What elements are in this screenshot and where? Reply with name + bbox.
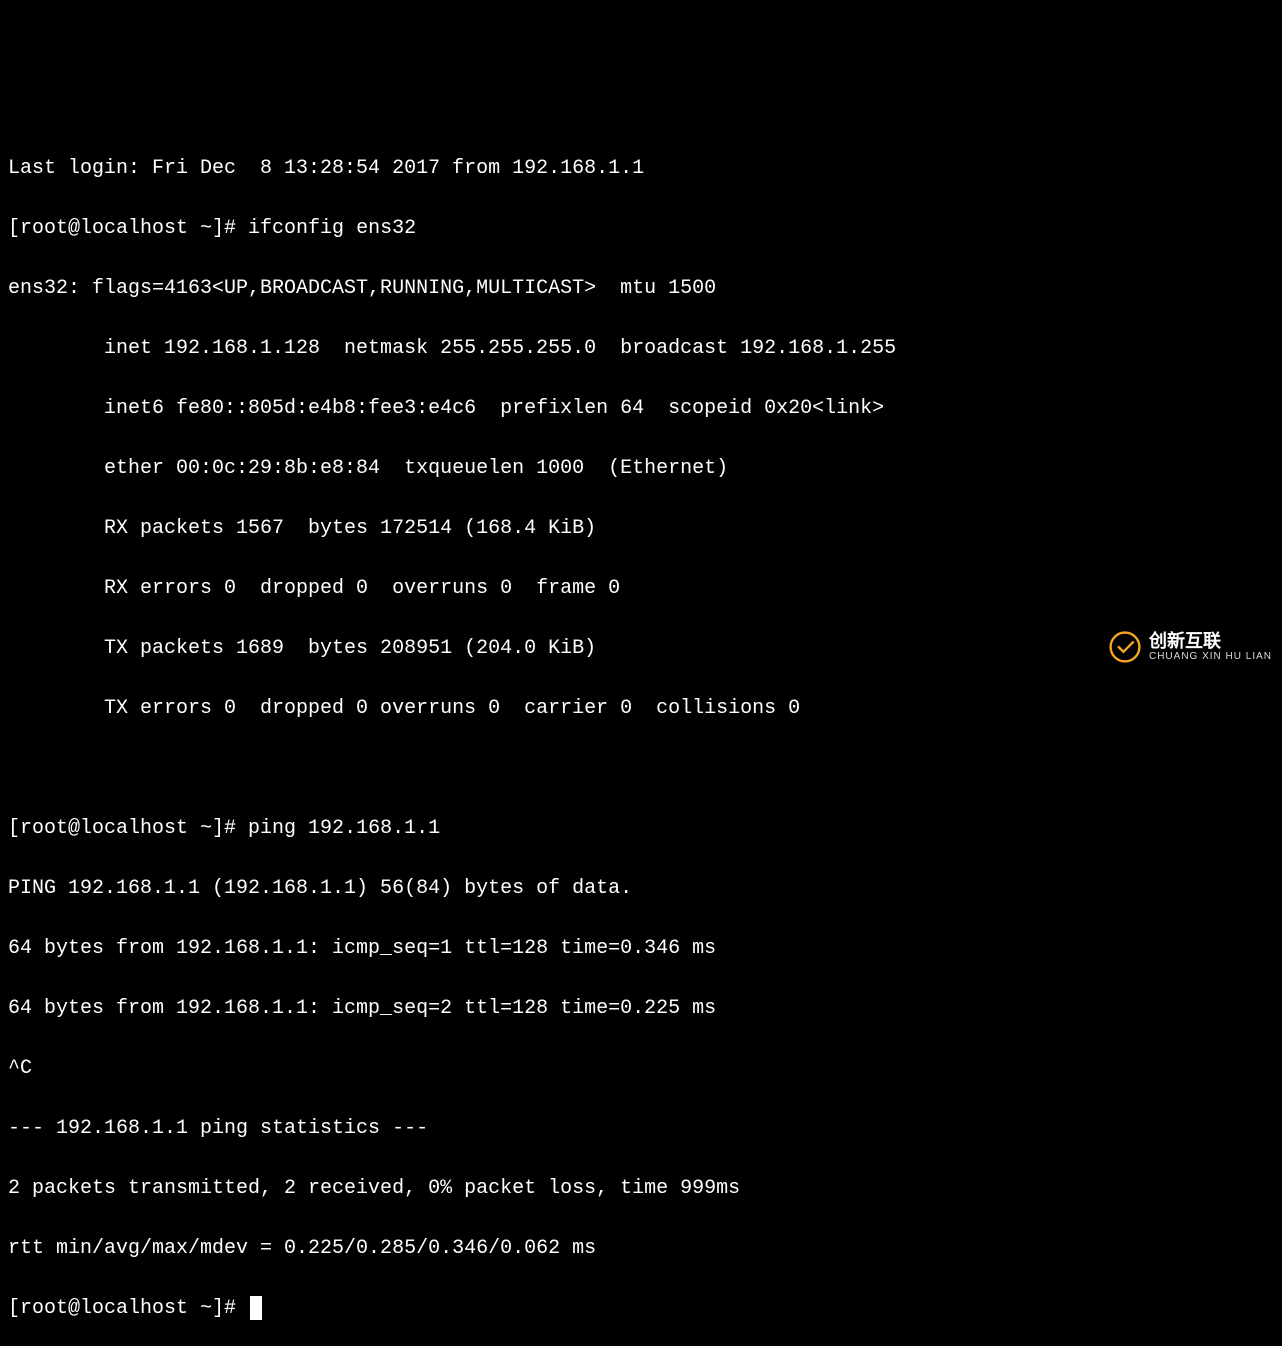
ping-reply-1: 64 bytes from 192.168.1.1: icmp_seq=1 tt… bbox=[8, 934, 1274, 964]
prompt-line-2: [root@localhost ~]# ping 192.168.1.1 bbox=[8, 814, 1274, 844]
ifconfig-ether: ether 00:0c:29:8b:e8:84 txqueuelen 1000 … bbox=[8, 454, 1274, 484]
ifconfig-flags: ens32: flags=4163<UP,BROADCAST,RUNNING,M… bbox=[8, 274, 1274, 304]
watermark-cn-text: 创新互联 bbox=[1149, 632, 1272, 652]
ping-interrupt: ^C bbox=[8, 1054, 1274, 1084]
watermark-en-text: CHUANG XIN HU LIAN bbox=[1149, 651, 1272, 662]
blank-line bbox=[8, 754, 1274, 784]
terminal-output[interactable]: Last login: Fri Dec 8 13:28:54 2017 from… bbox=[8, 124, 1274, 1346]
ifconfig-inet6: inet6 fe80::805d:e4b8:fee3:e4c6 prefixle… bbox=[8, 394, 1274, 424]
ping-header: PING 192.168.1.1 (192.168.1.1) 56(84) by… bbox=[8, 874, 1274, 904]
ping-reply-2: 64 bytes from 192.168.1.1: icmp_seq=2 tt… bbox=[8, 994, 1274, 1024]
prompt-line-3: [root@localhost ~]# bbox=[8, 1294, 1274, 1324]
prompt-line-1: [root@localhost ~]# ifconfig ens32 bbox=[8, 214, 1274, 244]
ifconfig-tx-errors: TX errors 0 dropped 0 overruns 0 carrier… bbox=[8, 694, 1274, 724]
ifconfig-rx-packets: RX packets 1567 bytes 172514 (168.4 KiB) bbox=[8, 514, 1274, 544]
watermark-logo: 创新互联 CHUANG XIN HU LIAN bbox=[1109, 631, 1272, 663]
prompt-text: [root@localhost ~]# bbox=[8, 217, 248, 240]
ifconfig-tx-packets: TX packets 1689 bytes 208951 (204.0 KiB) bbox=[8, 634, 1274, 664]
ping-stats-line2: rtt min/avg/max/mdev = 0.225/0.285/0.346… bbox=[8, 1234, 1274, 1264]
command-text: ping 192.168.1.1 bbox=[248, 817, 440, 840]
prompt-text: [root@localhost ~]# bbox=[8, 817, 248, 840]
ping-stats-header: --- 192.168.1.1 ping statistics --- bbox=[8, 1114, 1274, 1144]
terminal-cursor[interactable] bbox=[250, 1296, 262, 1320]
command-text: ifconfig ens32 bbox=[248, 217, 416, 240]
watermark-text: 创新互联 CHUANG XIN HU LIAN bbox=[1149, 632, 1272, 663]
ifconfig-inet: inet 192.168.1.128 netmask 255.255.255.0… bbox=[8, 334, 1274, 364]
ping-stats-line1: 2 packets transmitted, 2 received, 0% pa… bbox=[8, 1174, 1274, 1204]
watermark-icon bbox=[1109, 631, 1141, 663]
ifconfig-rx-errors: RX errors 0 dropped 0 overruns 0 frame 0 bbox=[8, 574, 1274, 604]
last-login-line: Last login: Fri Dec 8 13:28:54 2017 from… bbox=[8, 154, 1274, 184]
prompt-text: [root@localhost ~]# bbox=[8, 1297, 248, 1320]
